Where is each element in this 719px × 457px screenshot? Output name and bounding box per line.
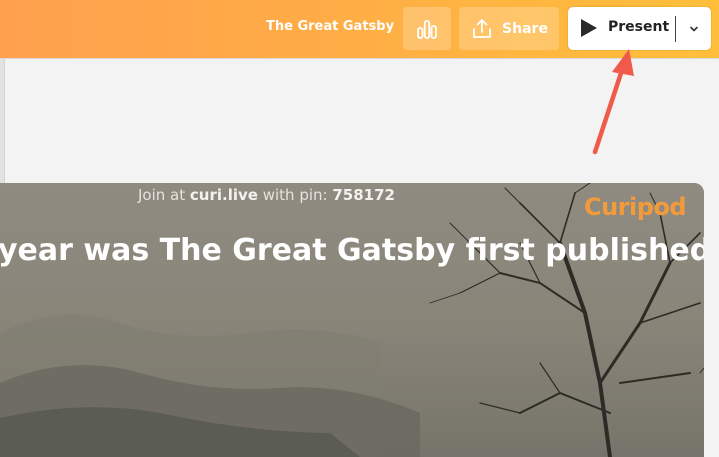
share-button[interactable]: Share: [459, 7, 559, 50]
present-options-dropdown[interactable]: [676, 7, 711, 50]
present-button-group: Present: [568, 7, 711, 50]
share-upload-icon: [473, 18, 491, 38]
present-label: Present: [608, 19, 670, 35]
top-bar: The Great Gatsby Share Present: [0, 0, 719, 59]
share-label: Share: [502, 20, 548, 37]
document-title: The Great Gatsby: [266, 19, 395, 34]
join-middle: with pin:: [262, 186, 328, 204]
join-instructions: Join at curi.live with pin: 758172: [138, 186, 395, 204]
bar-chart-icon: [417, 19, 437, 39]
question-text: year was The Great Gatsby first publishe…: [0, 233, 704, 268]
slide-preview[interactable]: Join at curi.live with pin: 758172 Curip…: [0, 183, 704, 457]
chevron-down-icon: [689, 26, 698, 31]
join-pin: 758172: [332, 186, 395, 204]
curipod-logo: Curipod: [584, 193, 687, 221]
play-icon: [581, 19, 597, 37]
slide-background-image: [0, 183, 704, 457]
join-site: curi.live: [189, 186, 258, 204]
stats-button[interactable]: [403, 7, 451, 50]
present-button[interactable]: Present: [568, 7, 675, 50]
join-prefix: Join at: [138, 186, 186, 204]
